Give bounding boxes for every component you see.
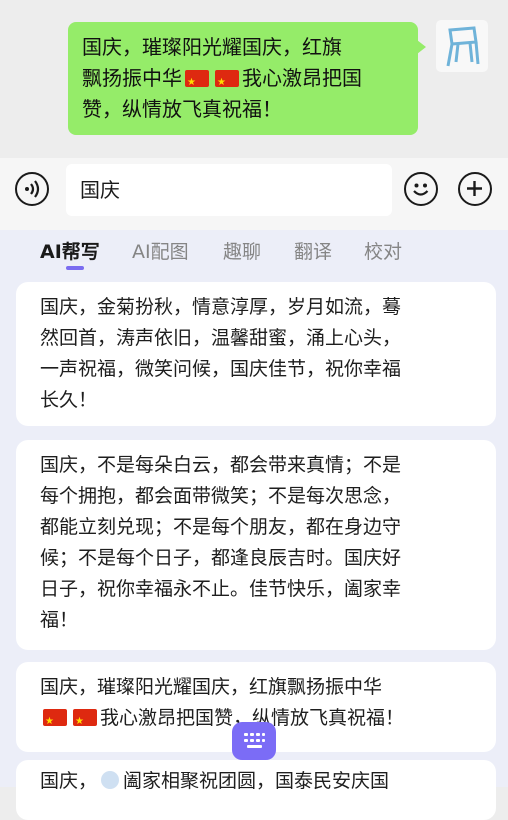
message-line: 赞，纵情放飞真祝福！: [82, 97, 282, 121]
tab-ai-write[interactable]: AI帮写: [40, 238, 100, 266]
ai-panel: AI帮写 AI配图 趣聊 翻译 校对 国庆，金菊扮秋，情意淳厚，岁月如流，蓦 然…: [0, 230, 508, 820]
active-tab-indicator: [66, 266, 84, 270]
suggestion-text: 阖家相聚祝团圆，国泰民安庆国: [123, 770, 390, 792]
china-flag-icon: [43, 706, 67, 737]
tab-fun-chat[interactable]: 趣聊: [223, 238, 261, 266]
suggestion-line: 都能立刻兑现；不是每个朋友，都在身边守: [40, 516, 402, 538]
voice-icon: [25, 180, 40, 198]
suggestion-text: 国庆，: [40, 770, 98, 792]
suggestion-card[interactable]: 国庆，不是每朵白云，都会带来真情；不是 每个拥抱，都会面带微笑；不是每次思念， …: [16, 440, 496, 650]
suggestion-line: 国庆，不是每朵白云，都会带来真情；不是: [40, 454, 402, 476]
tab-proofread[interactable]: 校对: [364, 238, 402, 266]
china-flag-icon: [185, 67, 209, 98]
voice-button[interactable]: [15, 172, 49, 206]
avatar[interactable]: [436, 20, 488, 72]
input-bar: 国庆: [0, 158, 508, 230]
message-line: 飘扬振中华 我心激昂把国: [82, 63, 404, 98]
china-flag-icon: [73, 706, 97, 737]
message-bubble[interactable]: 国庆，璀璨阳光耀国庆，红旗 飘扬振中华 我心激昂把国 赞，纵情放飞真祝福！: [68, 22, 426, 135]
chair-icon: [446, 26, 480, 67]
chat-area: 国庆，璀璨阳光耀国庆，红旗 飘扬振中华 我心激昂把国 赞，纵情放飞真祝福！: [0, 0, 508, 158]
emoji-button[interactable]: [404, 172, 438, 206]
suggestion-line: 国庆，金菊扮秋，情意淳厚，岁月如流，蓦: [40, 296, 402, 318]
emoji-icon: [413, 183, 429, 196]
suggestion-card[interactable]: 国庆，金菊扮秋，情意淳厚，岁月如流，蓦 然回首，涛声依旧，温馨甜蜜，涌上心头， …: [16, 282, 496, 426]
message-text: 我心激昂把国: [242, 66, 362, 90]
more-button[interactable]: [458, 172, 492, 206]
suggestion-line: 国庆，璀璨阳光耀国庆，红旗飘扬振中华: [40, 676, 383, 698]
message-line: 国庆，璀璨阳光耀国庆，红旗: [82, 35, 342, 59]
message-text: 飘扬振中华: [82, 66, 182, 90]
keyboard-button[interactable]: [232, 722, 276, 760]
suggestion-card[interactable]: 国庆， 阖家相聚祝团圆，国泰民安庆国: [16, 760, 496, 820]
message-input[interactable]: 国庆: [66, 164, 392, 216]
suggestion-line: 福！: [40, 609, 79, 631]
tab-ai-image[interactable]: AI配图: [132, 238, 189, 266]
tab-translate[interactable]: 翻译: [294, 238, 332, 266]
globe-icon: [101, 771, 120, 789]
suggestion-line: 候；不是每个日子，都逢良辰吉时。国庆好: [40, 547, 402, 569]
tab-bar: AI帮写 AI配图 趣聊 翻译 校对: [0, 230, 508, 278]
plus-icon: [467, 181, 482, 196]
suggestion-line: 日子，祝你幸福永不止。佳节快乐，阖家幸: [40, 578, 402, 600]
china-flag-icon: [215, 67, 239, 98]
keyboard-icon: [244, 733, 265, 748]
suggestion-line: 长久！: [40, 389, 98, 411]
suggestion-line: 每个拥抱，都会面带微笑；不是每次思念，: [40, 485, 402, 507]
suggestion-line: 一声祝福，微笑问候，国庆佳节，祝你幸福: [40, 358, 402, 380]
suggestion-line: 然回首，涛声依旧，温馨甜蜜，涌上心头，: [40, 327, 402, 349]
